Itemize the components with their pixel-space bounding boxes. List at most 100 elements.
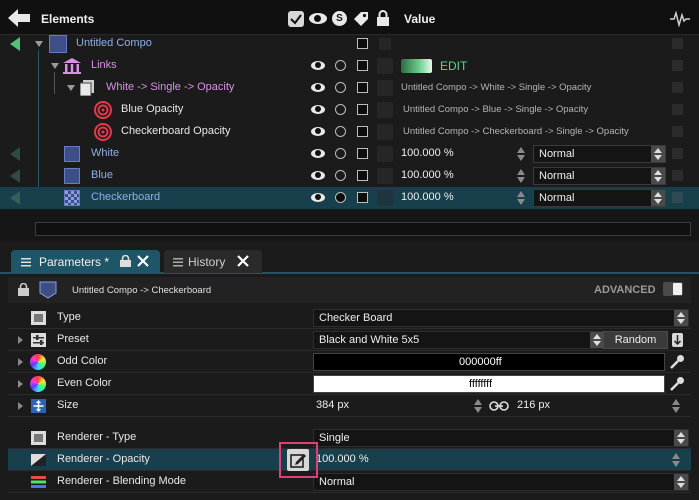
eye-icon[interactable] xyxy=(311,127,325,136)
eye-icon[interactable] xyxy=(311,105,325,114)
eye-icon[interactable] xyxy=(311,193,325,202)
visibility-column-icon[interactable] xyxy=(309,13,327,24)
advanced-toggle[interactable] xyxy=(663,282,683,296)
element-row-blue-opacity[interactable]: Blue Opacity Untitled Compo -> Blue -> S… xyxy=(0,99,699,121)
close-icon[interactable] xyxy=(237,255,249,267)
menu-icon[interactable] xyxy=(21,256,31,267)
even-color-swatch[interactable]: ffffffff xyxy=(313,375,665,393)
close-icon[interactable] xyxy=(137,255,149,267)
size-width-value[interactable]: 384 px xyxy=(316,399,349,411)
odd-color-swatch[interactable]: 000000ff xyxy=(313,353,665,371)
random-button[interactable]: Random xyxy=(603,331,668,349)
solo-column-icon[interactable]: S xyxy=(332,11,347,26)
eyedropper-icon[interactable] xyxy=(669,376,685,392)
edit-link-button[interactable] xyxy=(287,449,309,471)
solo-toggle[interactable] xyxy=(335,82,346,93)
select-spinner-icon[interactable] xyxy=(674,310,688,326)
param-label: Even Color xyxy=(57,377,112,389)
section-divider xyxy=(8,419,691,427)
renderer-opacity-value[interactable]: 100.000 % xyxy=(316,453,369,465)
expand-icon[interactable] xyxy=(35,41,43,47)
tab-parameters[interactable]: Parameters * xyxy=(11,250,160,273)
element-row-untitled-compo[interactable]: Untitled Compo xyxy=(0,33,699,55)
param-row-even-color: Even Color ffffffff xyxy=(8,373,691,395)
eye-icon[interactable] xyxy=(311,149,325,158)
lock-toggle[interactable] xyxy=(357,60,368,71)
opacity-value[interactable]: 100.000 % xyxy=(401,191,454,203)
eye-icon[interactable] xyxy=(311,171,325,180)
link-chain-icon[interactable] xyxy=(489,401,509,411)
select-spinner-icon[interactable] xyxy=(651,168,665,184)
lock-toggle[interactable] xyxy=(357,82,368,93)
solo-toggle[interactable] xyxy=(335,148,346,159)
height-stepper[interactable] xyxy=(672,399,681,413)
inactive-arrow-icon[interactable] xyxy=(10,169,20,183)
eyedropper-icon[interactable] xyxy=(669,354,685,370)
expand-icon[interactable] xyxy=(18,336,23,344)
lock-toggle[interactable] xyxy=(357,104,368,115)
expand-icon[interactable] xyxy=(51,63,59,69)
even-color-value: ffffffff xyxy=(469,378,493,390)
size-height-value[interactable]: 216 px xyxy=(517,399,550,411)
solo-toggle[interactable] xyxy=(335,170,346,181)
blend-mode-select[interactable]: Normal xyxy=(533,167,666,185)
arrow-down-icon[interactable] xyxy=(672,333,683,347)
checkbox-column-icon[interactable] xyxy=(288,11,304,27)
opacity-stepper[interactable] xyxy=(672,453,681,467)
renderer-type-select[interactable]: Single xyxy=(313,429,689,447)
lock-icon[interactable] xyxy=(18,282,29,296)
lock-toggle[interactable] xyxy=(357,192,368,203)
opacity-value[interactable]: 100.000 % xyxy=(401,169,454,181)
inactive-arrow-icon[interactable] xyxy=(10,191,20,205)
element-row-white[interactable]: White 100.000 % Normal xyxy=(0,143,699,165)
preset-select[interactable]: Black and White 5x5 xyxy=(313,331,605,349)
value-stepper[interactable] xyxy=(517,169,526,183)
expand-icon[interactable] xyxy=(18,358,23,366)
blend-mode-select[interactable]: Normal xyxy=(533,145,666,163)
element-row-checkerboard[interactable]: Checkerboard 100.000 % Normal xyxy=(0,187,699,209)
lock-toggle[interactable] xyxy=(357,148,368,159)
renderer-blend-select[interactable]: Normal xyxy=(313,473,689,491)
back-arrow-icon[interactable] xyxy=(8,9,30,27)
opacity-value[interactable]: 100.000 % xyxy=(401,147,454,159)
element-row-checkerboard-opacity[interactable]: Checkerboard Opacity Untitled Compo -> C… xyxy=(0,121,699,143)
lock-icon[interactable] xyxy=(120,254,131,267)
solo-toggle[interactable] xyxy=(335,104,346,115)
solo-toggle[interactable] xyxy=(335,192,346,203)
solo-toggle[interactable] xyxy=(335,126,346,137)
waveform-icon[interactable] xyxy=(670,10,690,28)
expand-icon[interactable] xyxy=(18,402,23,410)
expand-icon[interactable] xyxy=(67,85,75,91)
tab-history[interactable]: History xyxy=(164,250,262,273)
menu-icon[interactable] xyxy=(173,256,183,267)
inactive-arrow-icon[interactable] xyxy=(10,147,20,161)
expand-icon[interactable] xyxy=(18,380,23,388)
value-stepper[interactable] xyxy=(517,147,526,161)
edit-toggle-icon[interactable] xyxy=(401,59,432,73)
solo-toggle[interactable] xyxy=(335,60,346,71)
lock-toggle[interactable] xyxy=(357,170,368,181)
select-spinner-icon[interactable] xyxy=(651,146,665,162)
select-spinner-icon[interactable] xyxy=(674,430,688,446)
value-stepper[interactable] xyxy=(517,191,526,205)
edit-label[interactable]: EDIT xyxy=(440,59,467,73)
select-spinner-icon[interactable] xyxy=(674,474,688,490)
eye-icon[interactable] xyxy=(311,83,325,92)
param-row-renderer-opacity[interactable]: Renderer - Opacity 100.000 % xyxy=(8,449,691,471)
width-stepper[interactable] xyxy=(474,399,483,413)
type-select[interactable]: Checker Board xyxy=(313,309,689,327)
blend-mode-select[interactable]: Normal xyxy=(533,189,666,207)
element-row-blue[interactable]: Blue 100.000 % Normal xyxy=(0,165,699,187)
lock-column-icon[interactable] xyxy=(376,10,390,26)
lock-toggle[interactable] xyxy=(357,38,368,49)
element-row-links[interactable]: Links EDIT xyxy=(0,55,699,77)
select-spinner-icon[interactable] xyxy=(590,332,604,348)
tag-column-icon[interactable] xyxy=(353,11,369,27)
tag-slot xyxy=(377,190,393,206)
eye-icon[interactable] xyxy=(311,61,325,70)
lock-toggle[interactable] xyxy=(357,126,368,137)
select-spinner-icon[interactable] xyxy=(651,190,665,206)
active-arrow-icon[interactable] xyxy=(10,37,20,51)
elements-scrollbar[interactable] xyxy=(35,222,691,236)
element-row-link-group[interactable]: White -> Single -> Opacity Untitled Comp… xyxy=(0,77,699,99)
